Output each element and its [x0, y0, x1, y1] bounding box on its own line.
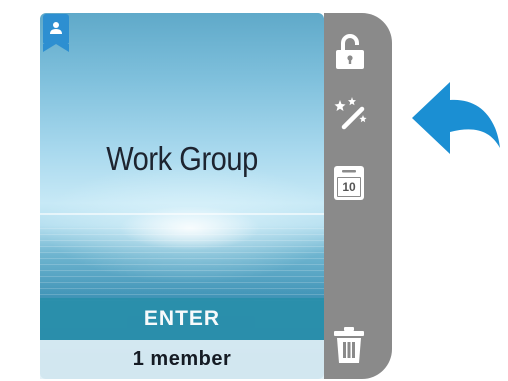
sea-ripples: [40, 228, 324, 303]
member-count: 1 member: [132, 348, 232, 370]
trash-icon[interactable]: [333, 325, 365, 370]
unlock-icon[interactable]: [334, 33, 366, 76]
magic-wand-icon[interactable]: [332, 97, 368, 136]
group-title: Work Group: [106, 140, 258, 177]
calendar-day: 10: [342, 180, 356, 194]
card-action-sidebar: 10: [324, 13, 392, 379]
member-count-bar: 1 member: [40, 340, 324, 379]
group-type-badge-icon: [43, 14, 69, 52]
sea-horizon: [40, 213, 324, 215]
enter-button-label: ENTER: [143, 307, 221, 330]
curved-arrow-icon: [410, 78, 506, 173]
enter-button[interactable]: ENTER: [40, 298, 324, 340]
calendar-icon[interactable]: 10: [334, 166, 364, 205]
